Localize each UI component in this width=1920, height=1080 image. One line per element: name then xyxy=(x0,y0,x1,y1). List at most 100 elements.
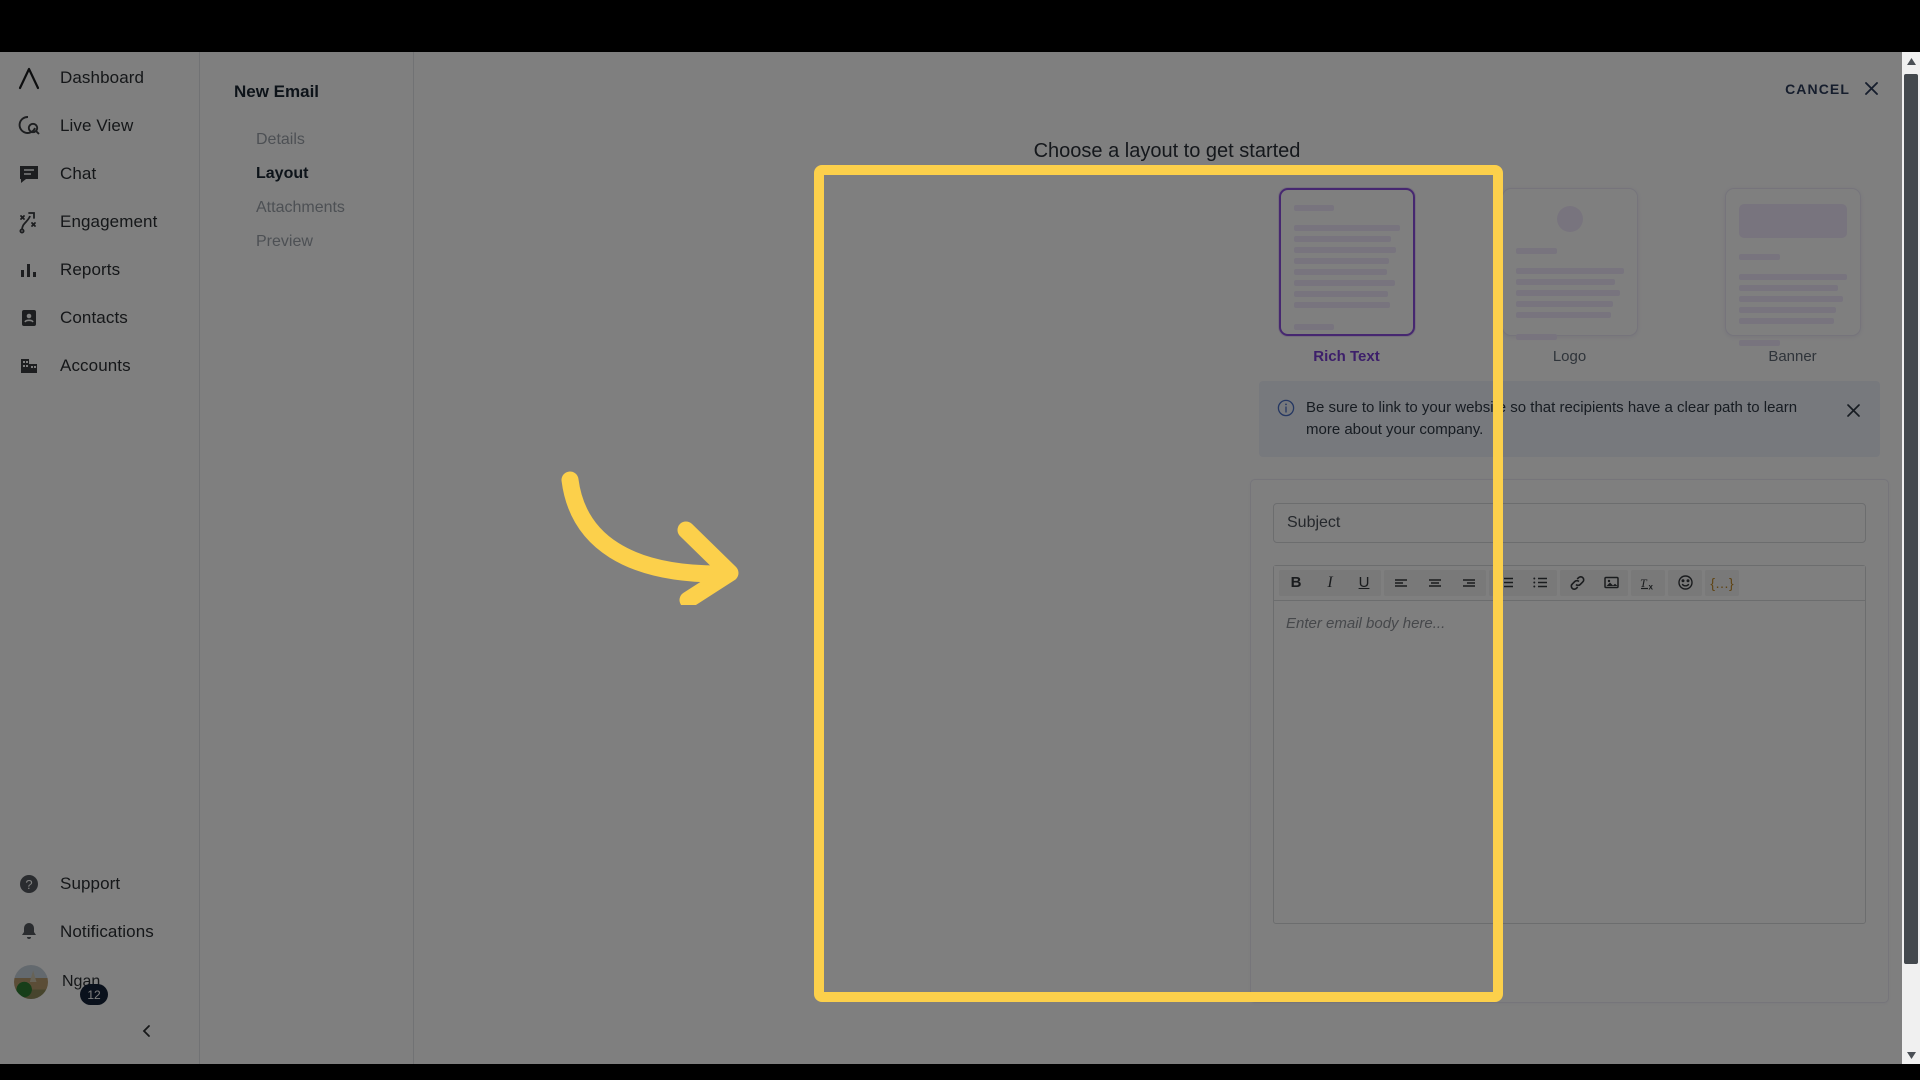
sidebar-item-reports[interactable]: Reports xyxy=(0,246,199,294)
skeleton-line xyxy=(1293,280,1396,286)
sidebar-item-label: Notifications xyxy=(60,922,154,941)
sidebar-item-notifications[interactable]: Notifications xyxy=(0,908,199,956)
main-canvas: CANCEL Choose a layout to get started Ri… xyxy=(414,52,1920,1064)
sidebar-item-label: Chat xyxy=(60,164,97,183)
insert-link-button[interactable] xyxy=(1560,570,1594,596)
subject-input[interactable] xyxy=(1273,502,1866,543)
email-composer: Rich Text Logo Banner Be sure to link to… xyxy=(1235,172,1904,1003)
italic-button[interactable]: I xyxy=(1313,570,1347,596)
toolbar-group-clear: Tx xyxy=(1631,569,1665,596)
email-body-input[interactable]: Enter email body here... xyxy=(1274,601,1865,923)
sidebar-item-engagement[interactable]: Engagement xyxy=(0,198,199,246)
skeleton-line xyxy=(1515,290,1621,296)
sidebar-item-chat[interactable]: Chat xyxy=(0,150,199,198)
layout-thumb-logo xyxy=(1501,188,1638,340)
step-attachments[interactable]: Attachments xyxy=(234,191,413,225)
svg-text:?: ? xyxy=(25,877,32,892)
avatar xyxy=(14,965,48,999)
canvas-title: Choose a layout to get started xyxy=(1033,140,1301,162)
svg-text:3: 3 xyxy=(1499,584,1502,589)
skeleton-line xyxy=(1293,302,1390,308)
toolbar-group-align xyxy=(1384,569,1486,596)
editor-toolbar: B I U 1 2 3 T x {…} xyxy=(1274,565,1865,601)
layout-card-rich-text[interactable]: Rich Text xyxy=(1278,188,1415,365)
skeleton-banner xyxy=(1738,204,1847,238)
step-preview[interactable]: Preview xyxy=(234,225,413,259)
skeleton-line xyxy=(1515,312,1611,318)
skeleton-line xyxy=(1515,301,1613,307)
notification-badge: 12 xyxy=(80,984,108,1005)
skeleton-line xyxy=(1293,324,1334,330)
sidebar-item-label: Accounts xyxy=(60,356,131,375)
toolbar-group-merge: {…} xyxy=(1705,569,1739,596)
toolbar-group-emoji xyxy=(1668,569,1702,596)
close-x-icon[interactable] xyxy=(1844,401,1864,425)
sidebar-nav: Dashboard Live View Chat Engagement Repo… xyxy=(0,52,199,390)
app-root: Dashboard Live View Chat Engagement Repo… xyxy=(0,52,1920,1064)
sidebar-item-label: Engagement xyxy=(60,212,158,231)
sidebar-item-label: Support xyxy=(60,874,121,893)
contacts-card-icon xyxy=(14,303,44,333)
layout-label: Banner xyxy=(1768,348,1817,365)
sidebar-bottom: ? Support Notifications Ngan 12 xyxy=(0,860,199,1054)
engagement-icon xyxy=(14,207,44,237)
layout-thumb-banner xyxy=(1724,188,1861,346)
cancel-button[interactable]: CANCEL xyxy=(1785,80,1880,97)
toolbar-group-format: B I U xyxy=(1279,569,1381,596)
skeleton-line xyxy=(1515,334,1557,340)
skeleton-line xyxy=(1293,247,1397,253)
wizard-steps-panel: New Email Details Layout Attachments Pre… xyxy=(199,52,414,1064)
sidebar-item-accounts[interactable]: Accounts xyxy=(0,342,199,390)
sidebar-item-contacts[interactable]: Contacts xyxy=(0,294,199,342)
skeleton-line xyxy=(1738,340,1780,346)
bottom-black-bar xyxy=(0,1064,1920,1080)
sidebar-item-label: Contacts xyxy=(60,308,128,327)
sidebar-item-support[interactable]: ? Support xyxy=(0,860,199,908)
align-center-button[interactable] xyxy=(1418,570,1452,596)
sidebar-item-live-view[interactable]: Live View xyxy=(0,102,199,150)
live-view-icon xyxy=(14,111,44,141)
align-left-button[interactable] xyxy=(1384,570,1418,596)
underline-button[interactable]: U xyxy=(1347,570,1381,596)
skeleton-logo-circle xyxy=(1556,206,1583,232)
top-black-bar xyxy=(0,0,1920,52)
skeleton-line xyxy=(1515,279,1615,285)
insert-image-button[interactable] xyxy=(1594,570,1628,596)
clear-formatting-button[interactable]: Tx xyxy=(1631,570,1665,596)
toolbar-group-lists: 123 xyxy=(1489,569,1557,596)
layout-thumb-rich-text xyxy=(1278,188,1415,336)
sidebar-item-label: Reports xyxy=(60,260,121,279)
sidebar-item-label: Dashboard xyxy=(60,68,145,87)
step-layout[interactable]: Layout xyxy=(234,157,413,191)
skeleton-line xyxy=(1293,236,1392,242)
skeleton-line xyxy=(1738,254,1780,260)
skeleton-line xyxy=(1515,248,1557,254)
bullet-list-button[interactable] xyxy=(1523,570,1557,596)
ordered-list-button[interactable]: 123 xyxy=(1489,570,1523,596)
scroll-down-arrow-icon[interactable] xyxy=(1902,1046,1920,1064)
bold-button[interactable]: B xyxy=(1279,570,1313,596)
chevron-left-icon[interactable] xyxy=(135,1019,159,1043)
layout-card-logo[interactable]: Logo xyxy=(1501,188,1638,365)
step-details[interactable]: Details xyxy=(234,123,413,157)
layout-card-banner[interactable]: Banner xyxy=(1724,188,1861,365)
skeleton-line xyxy=(1738,318,1834,324)
skeleton-line xyxy=(1293,205,1334,211)
scroll-up-arrow-icon[interactable] xyxy=(1902,52,1920,70)
skeleton-line xyxy=(1293,258,1389,264)
user-menu[interactable]: Ngan 12 xyxy=(0,956,199,1008)
bell-icon xyxy=(14,917,44,947)
merge-tag-button[interactable]: {…} xyxy=(1705,570,1739,596)
close-x-icon xyxy=(1863,80,1880,97)
peak-logo-icon xyxy=(14,63,44,93)
info-banner-text: Be sure to link to your website so that … xyxy=(1306,399,1798,438)
info-circle-icon xyxy=(1277,399,1295,422)
scrollbar-thumb[interactable] xyxy=(1904,74,1918,964)
skeleton-line xyxy=(1738,285,1838,291)
sidebar-item-dashboard[interactable]: Dashboard xyxy=(0,54,199,102)
align-right-button[interactable] xyxy=(1452,570,1486,596)
vertical-scrollbar[interactable] xyxy=(1902,52,1920,1064)
layout-label: Logo xyxy=(1552,348,1587,365)
emoji-button[interactable] xyxy=(1668,570,1702,596)
rich-text-editor: B I U 1 2 3 T x {…} Enter email body her… xyxy=(1273,564,1866,924)
